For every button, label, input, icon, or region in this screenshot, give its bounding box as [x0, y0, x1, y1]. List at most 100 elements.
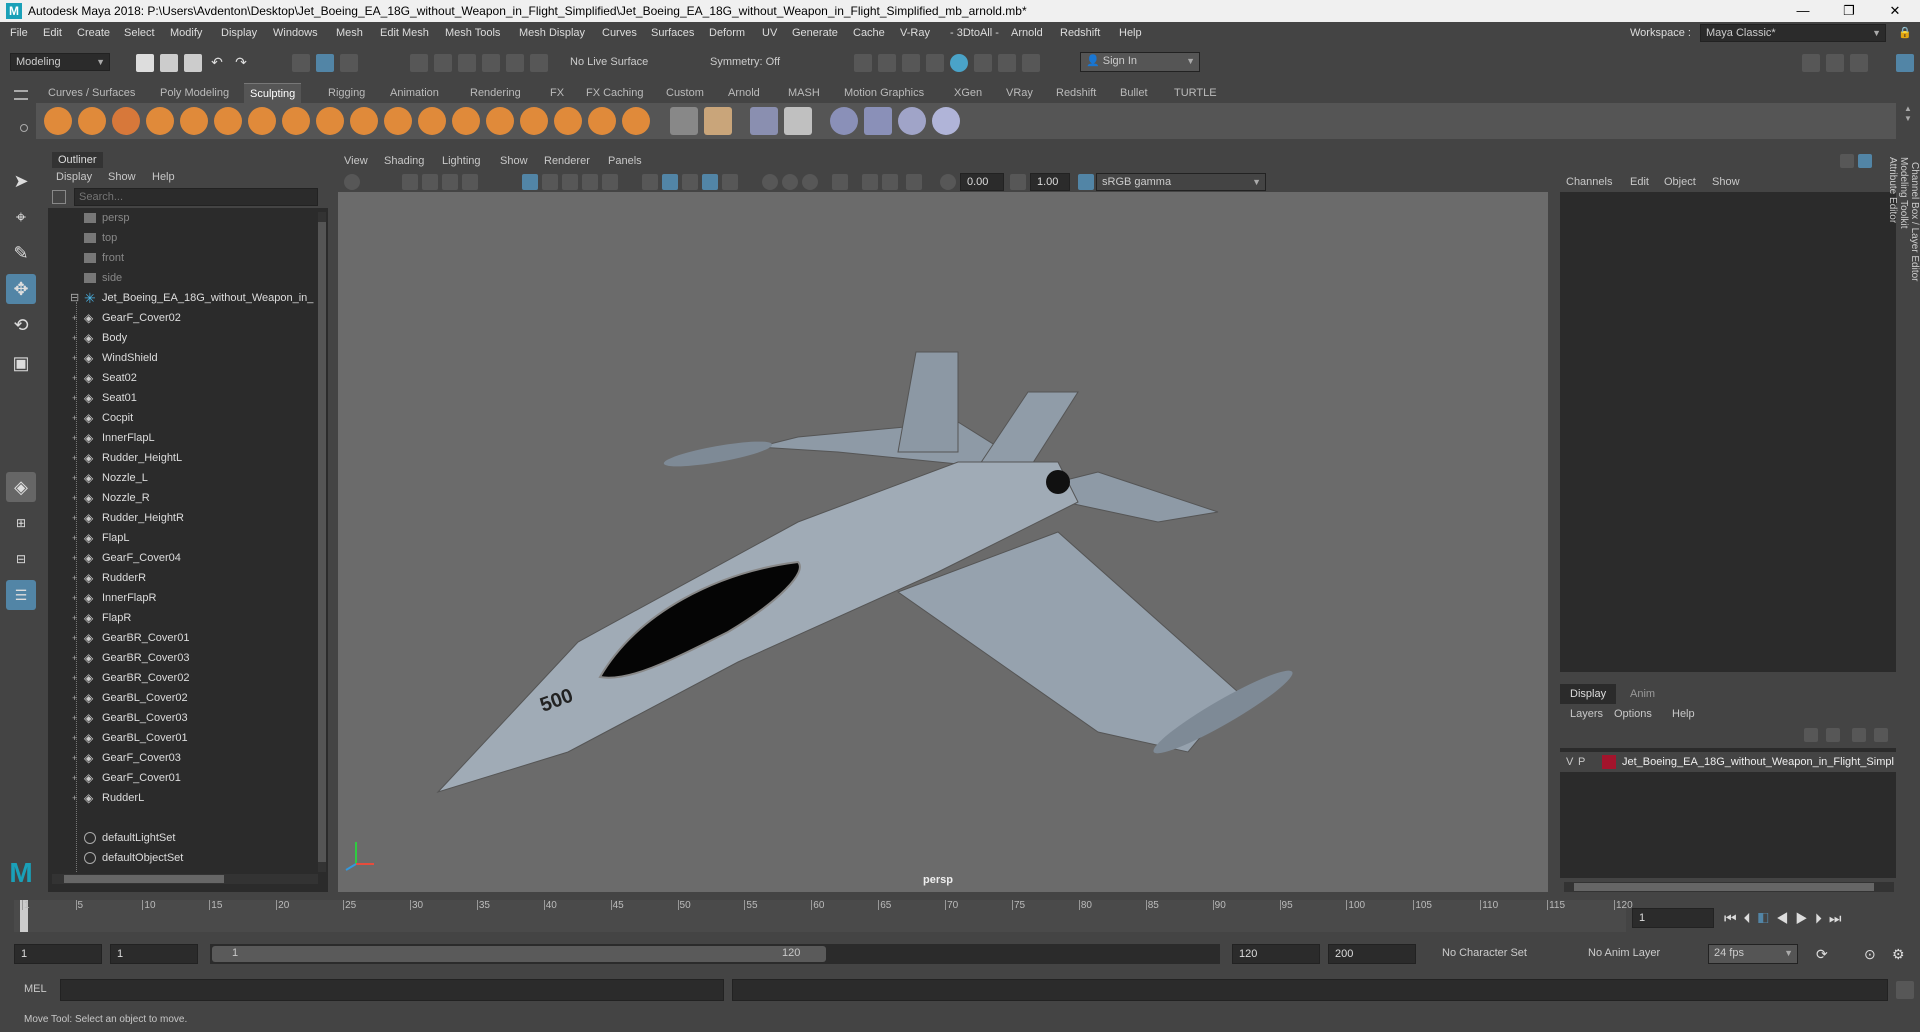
outliner-scroll-thumb[interactable]: [318, 222, 326, 862]
layer-hscrollbar[interactable]: [1564, 882, 1894, 892]
outliner-hscroll-thumb[interactable]: [64, 875, 224, 883]
shadows-icon[interactable]: [602, 174, 618, 190]
expand-icon[interactable]: +: [72, 628, 77, 648]
menu-file[interactable]: File: [10, 22, 28, 44]
render-view-icon[interactable]: [854, 54, 872, 72]
shelf-tab-redshift[interactable]: Redshift: [1050, 83, 1102, 103]
save-scene-icon[interactable]: [184, 54, 202, 72]
menu-windows[interactable]: Windows: [273, 22, 318, 44]
mel-command-input[interactable]: [60, 979, 724, 1001]
layer-menu-options[interactable]: Options: [1614, 704, 1652, 724]
playback-end-field[interactable]: 120: [1232, 944, 1320, 964]
layer-hscroll-thumb[interactable]: [1574, 883, 1874, 891]
outliner-item-gearbr-cover03[interactable]: + ◈ GearBR_Cover03: [48, 648, 318, 668]
render-current-frame-icon[interactable]: [878, 54, 896, 72]
knife-tool-icon[interactable]: [486, 107, 514, 135]
fps-dropdown[interactable]: 24 fps ▼: [1708, 944, 1798, 964]
expand-icon[interactable]: +: [72, 568, 77, 588]
anim-layer-dropdown[interactable]: No Anim Layer: [1582, 944, 1692, 964]
exposure-field[interactable]: 0.00: [960, 173, 1004, 191]
channel-menu-show[interactable]: Show: [1712, 172, 1740, 192]
tool-settings-icon[interactable]: [1850, 54, 1868, 72]
outliner-item-seat01[interactable]: + ◈ Seat01: [48, 388, 318, 408]
outliner-item-gearbl-cover01[interactable]: + ◈ GearBL_Cover01: [48, 728, 318, 748]
layer-visibility-toggle[interactable]: V: [1566, 752, 1573, 772]
menu-mesh-tools[interactable]: Mesh Tools: [445, 22, 500, 44]
expand-icon[interactable]: +: [72, 768, 77, 788]
color-management-icon[interactable]: [1078, 174, 1094, 190]
viewport-menu-show[interactable]: Show: [500, 155, 528, 167]
range-slider-handle[interactable]: 1 120: [212, 946, 826, 962]
shelf-scroll-icon[interactable]: ▲ ▼: [1904, 104, 1912, 124]
imprint-tool-icon[interactable]: [350, 107, 378, 135]
shelf-tab-curves-surfaces[interactable]: Curves / Surfaces: [42, 83, 141, 103]
outliner-item-gearf-cover04[interactable]: + ◈ GearF_Cover04: [48, 548, 318, 568]
convert-to-frozen-icon[interactable]: [670, 107, 698, 135]
outliner-item-cocpit[interactable]: + ◈ Cocpit: [48, 408, 318, 428]
channel-menu-channels[interactable]: Channels: [1566, 172, 1612, 192]
menu-arnold[interactable]: Arnold: [1011, 22, 1043, 44]
arnold-render-icon[interactable]: [974, 54, 992, 72]
shelf-settings-icon[interactable]: [20, 124, 28, 132]
current-frame-field[interactable]: 1: [1632, 908, 1714, 928]
snap-projected-center-icon[interactable]: [482, 54, 500, 72]
expand-icon[interactable]: +: [72, 348, 77, 368]
gate-mask-icon[interactable]: [862, 174, 878, 190]
shelf-tab-arnold[interactable]: Arnold: [722, 83, 766, 103]
workspace-dropdown[interactable]: Maya Classic* ▼: [1700, 24, 1886, 42]
expand-icon[interactable]: +: [72, 408, 77, 428]
expand-icon[interactable]: +: [72, 528, 77, 548]
live-surface-field[interactable]: No Live Surface: [564, 53, 664, 71]
expand-icon[interactable]: +: [72, 548, 77, 568]
script-editor-icon[interactable]: [1896, 981, 1914, 999]
jet-model[interactable]: 500: [338, 192, 1548, 892]
shelf-tab-mash[interactable]: MASH: [782, 83, 826, 103]
filter-icon[interactable]: [52, 190, 66, 204]
select-camera-icon[interactable]: [344, 174, 360, 190]
camera-attributes-icon[interactable]: [402, 174, 418, 190]
smear-tool-icon[interactable]: [520, 107, 548, 135]
shelf-tab-fx-caching[interactable]: FX Caching: [580, 83, 649, 103]
viewport-menu-shading[interactable]: Shading: [384, 155, 424, 167]
shelf-tab-vray[interactable]: VRay: [1000, 83, 1039, 103]
paint-select-tool-icon[interactable]: ✎: [6, 238, 36, 268]
wax-tool-icon[interactable]: [384, 107, 412, 135]
colorspace-dropdown[interactable]: sRGB gamma ▼: [1096, 173, 1266, 191]
step-back-key-icon[interactable]: ⏴: [1744, 910, 1758, 926]
attribute-editor-icon[interactable]: [1826, 54, 1844, 72]
shape-editor-icon[interactable]: [864, 107, 892, 135]
xray-joints-icon[interactable]: [682, 174, 698, 190]
open-scene-icon[interactable]: [160, 54, 178, 72]
play-forwards-icon[interactable]: ▶: [1795, 910, 1815, 926]
outliner-menu-display[interactable]: Display: [56, 168, 92, 186]
menu-edit[interactable]: Edit: [43, 22, 62, 44]
menu-uv[interactable]: UV: [762, 22, 777, 44]
animation-end-field[interactable]: 200: [1328, 944, 1416, 964]
shelf-tab-rigging[interactable]: Rigging: [322, 83, 371, 103]
menu-create[interactable]: Create: [77, 22, 110, 44]
shelf-tab-bullet[interactable]: Bullet: [1114, 83, 1154, 103]
motion-blur-icon[interactable]: [762, 174, 778, 190]
scrape-tool-icon[interactable]: [418, 107, 446, 135]
outliner-item-front[interactable]: front: [48, 248, 318, 268]
snap-view-plane-icon[interactable]: [506, 54, 524, 72]
outliner-item-gearbl-cover03[interactable]: + ◈ GearBL_Cover03: [48, 708, 318, 728]
outliner-item-windshield[interactable]: + ◈ WindShield: [48, 348, 318, 368]
outliner-menu-help[interactable]: Help: [152, 168, 175, 186]
outliner-item-rudder-heightr[interactable]: + ◈ Rudder_HeightR: [48, 508, 318, 528]
viewport-menu-view[interactable]: View: [344, 155, 368, 167]
resolution-gate-icon[interactable]: [832, 174, 848, 190]
outliner-item-defaultlightset[interactable]: defaultLightSet: [48, 828, 318, 848]
lasso-tool-icon[interactable]: ⌖: [6, 202, 36, 232]
go-to-end-icon[interactable]: ⏭: [1829, 910, 1849, 926]
shelf-menu-icon[interactable]: [14, 90, 28, 100]
menu-vray[interactable]: V-Ray: [900, 22, 930, 44]
menu-mesh-display[interactable]: Mesh Display: [519, 22, 585, 44]
scale-tool-icon[interactable]: ▣: [6, 348, 36, 378]
menu-redshift[interactable]: Redshift: [1060, 22, 1100, 44]
side-tab-attribute-editor[interactable]: Attribute Editor: [1887, 157, 1898, 252]
viewport-3d-view[interactable]: 500 persp: [338, 192, 1548, 892]
outliner-search-input[interactable]: [74, 188, 318, 206]
channel-menu-edit[interactable]: Edit: [1630, 172, 1649, 192]
spray-tool-icon[interactable]: [282, 107, 310, 135]
